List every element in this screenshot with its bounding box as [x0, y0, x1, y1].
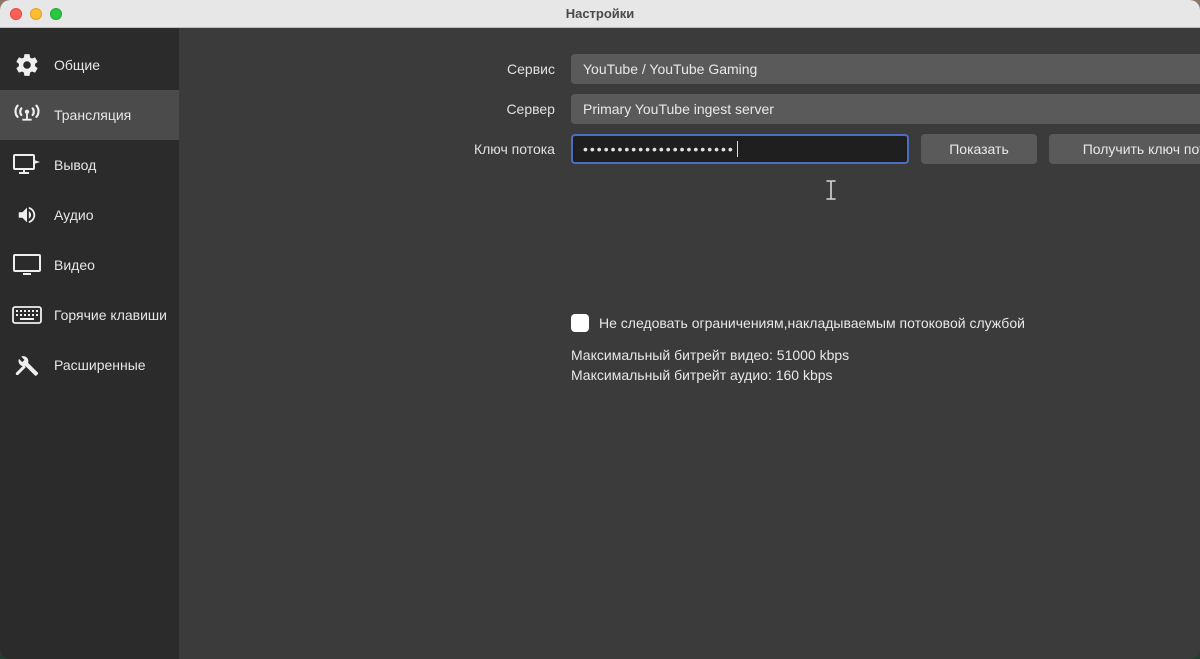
monitor-icon [12, 251, 42, 279]
tools-icon [12, 351, 42, 379]
stream-key-input[interactable]: •••••••••••••••••••••• [571, 134, 909, 164]
sidebar-item-label: Вывод [54, 157, 96, 173]
sidebar-item-audio[interactable]: Аудио [0, 190, 179, 240]
keyboard-icon [12, 301, 42, 329]
titlebar: Настройки [0, 0, 1200, 28]
service-label: Сервис [179, 61, 559, 77]
info-block: Не следовать ограничениям,накладываемым … [571, 314, 1200, 385]
sidebar-item-stream[interactable]: Трансляция [0, 90, 179, 140]
settings-window: Настройки Общие Трансляция Вывод [0, 0, 1200, 659]
max-audio-bitrate: Максимальный битрейт аудио: 160 kbps [571, 366, 1200, 386]
server-value: Primary YouTube ingest server [583, 101, 774, 117]
show-button[interactable]: Показать [921, 134, 1037, 164]
server-select[interactable]: Primary YouTube ingest server [571, 94, 1200, 124]
server-label: Сервер [179, 101, 559, 117]
service-value: YouTube / YouTube Gaming [583, 61, 757, 77]
output-icon [12, 151, 42, 179]
window-title: Настройки [0, 6, 1200, 21]
window-body: Общие Трансляция Вывод Аудио [0, 28, 1200, 659]
stream-key-value: •••••••••••••••••••••• [583, 141, 735, 157]
sidebar-item-label: Трансляция [54, 107, 131, 123]
sidebar: Общие Трансляция Вывод Аудио [0, 28, 179, 659]
get-stream-key-button[interactable]: Получить ключ потока [1049, 134, 1200, 164]
sidebar-item-output[interactable]: Вывод [0, 140, 179, 190]
sidebar-item-hotkeys[interactable]: Горячие клавиши [0, 290, 179, 340]
ignore-limits-row: Не следовать ограничениям,накладываемым … [571, 314, 1200, 332]
text-caret [737, 141, 738, 157]
sidebar-item-label: Аудио [54, 207, 94, 223]
sidebar-item-label: Горячие клавиши [54, 307, 167, 323]
content-area: Сервис YouTube / YouTube Gaming Сервер P… [179, 28, 1200, 659]
speaker-icon [12, 201, 42, 229]
ignore-limits-label: Не следовать ограничениям,накладываемым … [599, 315, 1025, 331]
gear-icon [12, 51, 42, 79]
ignore-limits-checkbox[interactable] [571, 314, 589, 332]
sidebar-item-general[interactable]: Общие [0, 40, 179, 90]
sidebar-item-advanced[interactable]: Расширенные [0, 340, 179, 390]
stream-key-label: Ключ потока [179, 141, 559, 157]
sidebar-item-label: Общие [54, 57, 100, 73]
sidebar-item-label: Расширенные [54, 357, 146, 373]
service-select[interactable]: YouTube / YouTube Gaming [571, 54, 1200, 84]
text-cursor-icon [824, 180, 838, 200]
server-row: Сервер Primary YouTube ingest server [179, 94, 1200, 124]
stream-key-row: Ключ потока •••••••••••••••••••••• Показ… [179, 134, 1200, 164]
sidebar-item-label: Видео [54, 257, 95, 273]
service-row: Сервис YouTube / YouTube Gaming [179, 54, 1200, 84]
broadcast-icon [12, 101, 42, 129]
sidebar-item-video[interactable]: Видео [0, 240, 179, 290]
max-video-bitrate: Максимальный битрейт видео: 51000 kbps [571, 346, 1200, 366]
